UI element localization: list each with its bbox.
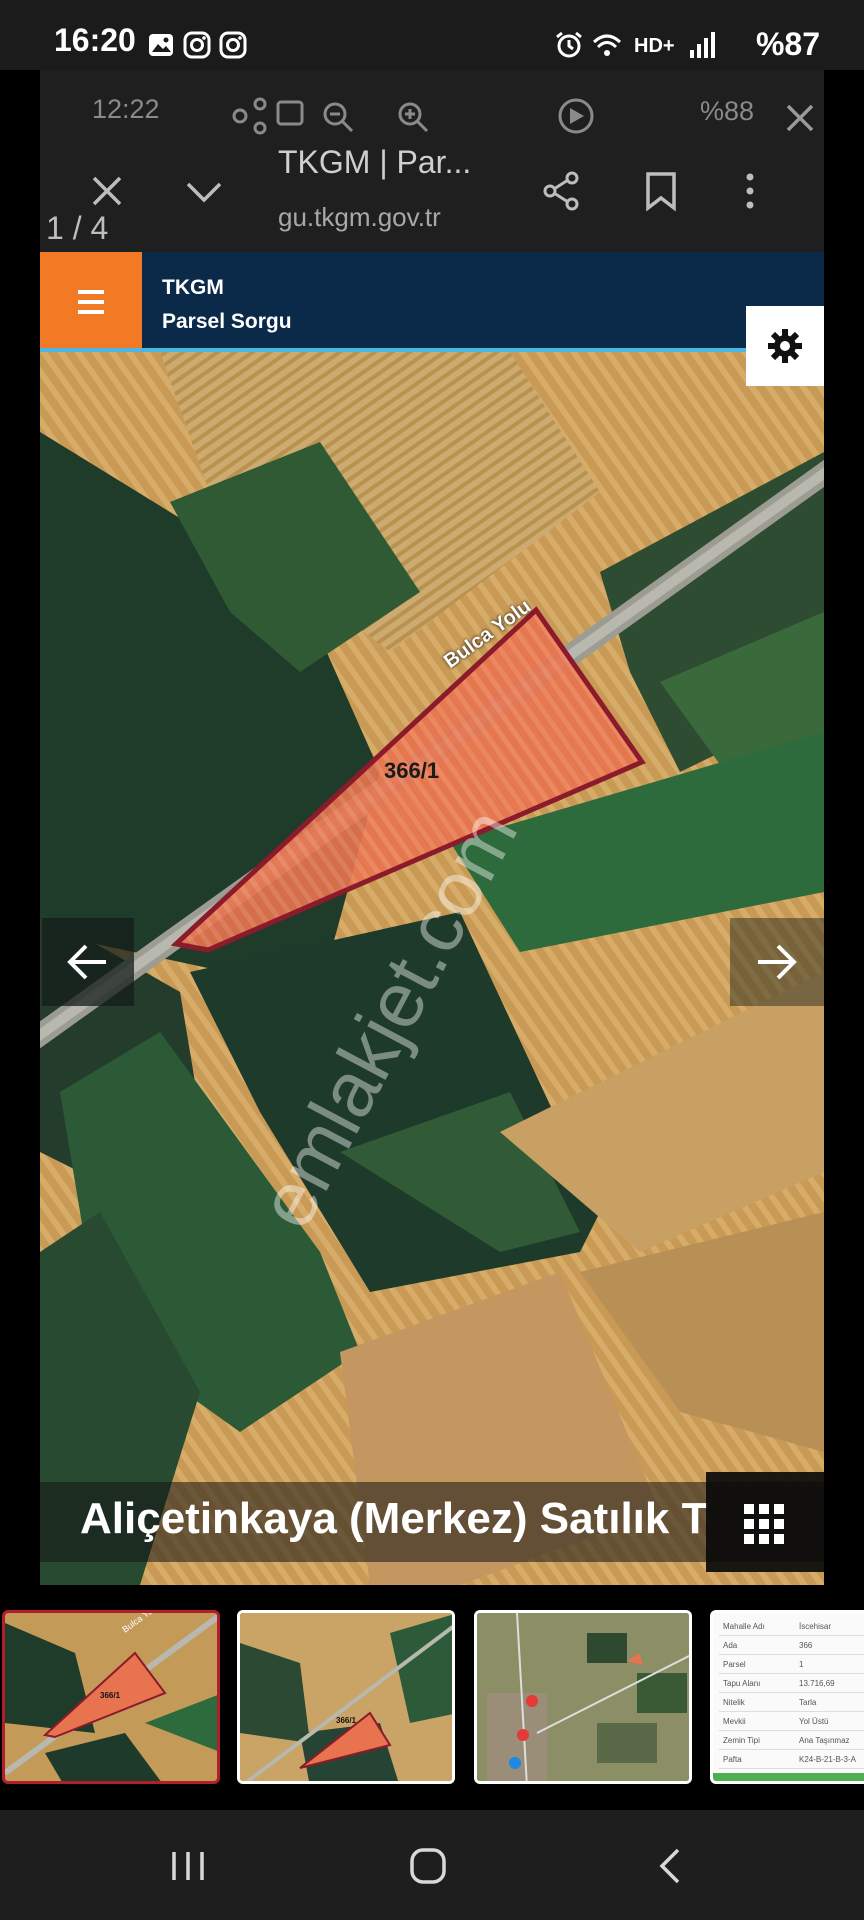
- parcel-info-value: Yol Üstü: [799, 1717, 829, 1726]
- arrow-left-icon: [67, 944, 106, 980]
- parcel-info-key: Ada: [723, 1641, 738, 1650]
- tkgm-subtitle: Parsel Sorgu: [162, 310, 292, 333]
- parcel-info-row: Ada 366: [719, 1636, 864, 1655]
- parcel-info-value: K24-B-21-B-3-A: [799, 1755, 856, 1764]
- thumbnail-2[interactable]: 366/1: [237, 1610, 455, 1784]
- close-tab-icon[interactable]: [90, 174, 124, 208]
- parcel-info-key: Pafta: [723, 1755, 742, 1764]
- thumbnail-1-label: 366/1: [100, 1691, 121, 1700]
- thumbnail-2-label: 366/1: [336, 1716, 357, 1725]
- menu-button[interactable]: [40, 252, 142, 352]
- status-time: 16:20: [54, 22, 136, 58]
- alarm-icon: [556, 31, 582, 58]
- gallery-grid-button[interactable]: [706, 1472, 824, 1572]
- inner-status-battery: %88: [700, 96, 755, 126]
- tkgm-title: TKGM: [162, 276, 224, 299]
- previous-photo-button[interactable]: [42, 918, 134, 1006]
- tab-title: TKGM | Par...: [278, 144, 472, 180]
- thumbnail-3[interactable]: [474, 1610, 692, 1784]
- gallery-icon: [149, 34, 173, 56]
- parcel-info-row: Parsel 1: [719, 1655, 864, 1674]
- parcel-info-value: İscehisar: [799, 1622, 832, 1631]
- wifi-icon: [592, 34, 622, 56]
- parcel-info-value: 13.716,69: [799, 1679, 835, 1688]
- home-icon[interactable]: [408, 1846, 448, 1886]
- menu-icon-bar: [78, 300, 104, 304]
- inner-status-icons: [232, 97, 594, 135]
- menu-icon-bar: [78, 310, 104, 314]
- thumbnail-3-image: [477, 1613, 689, 1781]
- gear-icon: [768, 329, 802, 363]
- inner-status-time: 12:22: [92, 94, 160, 124]
- parcel-info-value: 366: [799, 1641, 813, 1650]
- more-options-icon[interactable]: [740, 170, 760, 212]
- bookmark-icon[interactable]: [644, 170, 678, 212]
- instagram-icon: [219, 31, 247, 59]
- parcel-info-value: 1: [799, 1660, 804, 1669]
- parcel-info-key: Zemin Tipi: [723, 1736, 760, 1745]
- instagram-icon: [183, 31, 211, 59]
- page-counter: 1 / 4: [46, 210, 109, 246]
- parcel-info-key: Mahalle Adı: [723, 1622, 765, 1631]
- parcel-info-row: Zemin Tipi Ana Taşınmaz: [719, 1731, 864, 1750]
- parcel-info-key: Parsel: [723, 1660, 746, 1669]
- thumbnail-2-image: 366/1: [240, 1613, 452, 1781]
- thumbnail-1[interactable]: Bulca Yolu 366/1: [2, 1610, 220, 1784]
- tab-url: gu.tkgm.gov.tr: [278, 202, 441, 232]
- arrow-right-icon: [758, 944, 797, 980]
- info-footer-bar: [713, 1773, 864, 1781]
- battery-level: %87: [755, 26, 820, 62]
- parcel-info-row: Tapu Alanı 13.716,69: [719, 1674, 864, 1693]
- thumbnail-1-image: Bulca Yolu 366/1: [5, 1613, 217, 1781]
- parcel-info-row: Mevkii Yol Üstü: [719, 1712, 864, 1731]
- back-icon[interactable]: [656, 1846, 686, 1886]
- next-photo-button[interactable]: [730, 918, 824, 1006]
- svg-text:HD+: HD+: [634, 35, 675, 57]
- thumbnail-4[interactable]: Mahalle Adı İscehisar Ada 366 Parsel 1 Tapu Al…: [710, 1610, 864, 1784]
- parcel-info-value: Tarla: [799, 1698, 817, 1707]
- share-icon[interactable]: [540, 170, 582, 212]
- recent-apps-icon[interactable]: [168, 1848, 208, 1884]
- parcel-info-row: Pafta K24-B-21-B-3-A: [719, 1750, 864, 1769]
- signal-icon: [690, 32, 715, 58]
- parcel-info-row: Nitelik Tarla: [719, 1693, 864, 1712]
- close-viewer-icon[interactable]: [784, 102, 816, 134]
- settings-button[interactable]: [746, 306, 824, 386]
- parcel-info-key: Nitelik: [723, 1698, 745, 1707]
- listing-photo: 12:22 %88 TKGM | Par... gu.tkgm.gov.tr 1…: [40, 70, 824, 1585]
- tkgm-header: [40, 252, 824, 352]
- parcel-info-value: Ana Taşınmaz: [799, 1736, 850, 1745]
- chevron-down-icon[interactable]: [184, 178, 224, 206]
- menu-icon: [78, 290, 104, 294]
- hd-plus-icon: HD+: [634, 35, 675, 57]
- parcel-label: 366/1: [384, 758, 440, 783]
- grid-icon: [744, 1504, 784, 1544]
- parcel-info-row: Mahalle Adı İscehisar: [719, 1617, 864, 1636]
- parcel-info-key: Mevkii: [723, 1717, 746, 1726]
- parcel-info-key: Tapu Alanı: [723, 1679, 761, 1688]
- listing-caption: Aliçetinkaya (Merkez) Satılık T: [80, 1494, 709, 1543]
